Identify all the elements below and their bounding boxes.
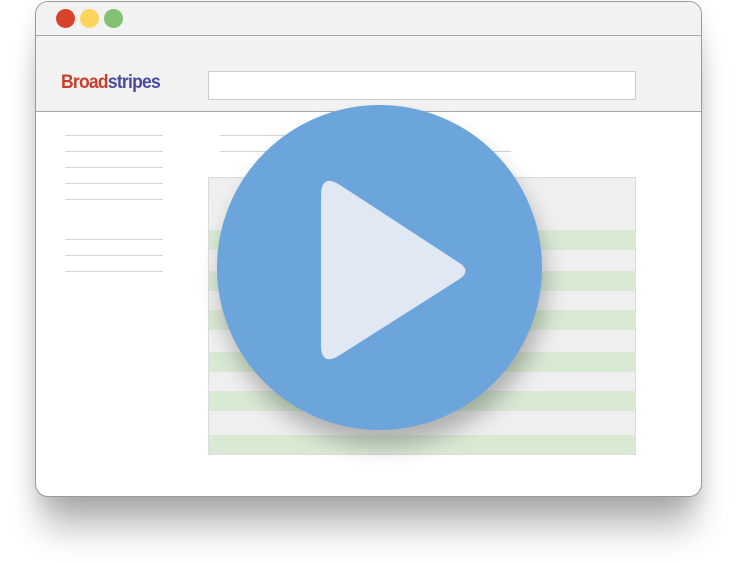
title-bar: [36, 2, 701, 36]
sidebar-item[interactable]: [65, 271, 163, 272]
sidebar-item[interactable]: [65, 255, 163, 256]
logo-part-broad: Broad: [61, 72, 109, 93]
video-play-button[interactable]: [217, 105, 542, 430]
table-row-highlighted[interactable]: [209, 435, 635, 454]
logo-part-stripes: stripes: [107, 72, 161, 93]
sidebar-item[interactable]: [65, 135, 163, 136]
sidebar-item[interactable]: [65, 167, 163, 168]
site-header: Broadstripes: [36, 36, 701, 112]
sidebar-item[interactable]: [65, 151, 163, 152]
minimize-window-button[interactable]: [80, 9, 99, 28]
close-window-button[interactable]: [56, 9, 75, 28]
search-input[interactable]: [208, 71, 636, 100]
sidebar-item[interactable]: [65, 239, 163, 240]
sidebar-item[interactable]: [65, 199, 163, 200]
broadstripes-logo[interactable]: Broadstripes: [61, 71, 161, 95]
play-icon: [321, 180, 466, 360]
maximize-window-button[interactable]: [104, 9, 123, 28]
sidebar-item[interactable]: [65, 183, 163, 184]
